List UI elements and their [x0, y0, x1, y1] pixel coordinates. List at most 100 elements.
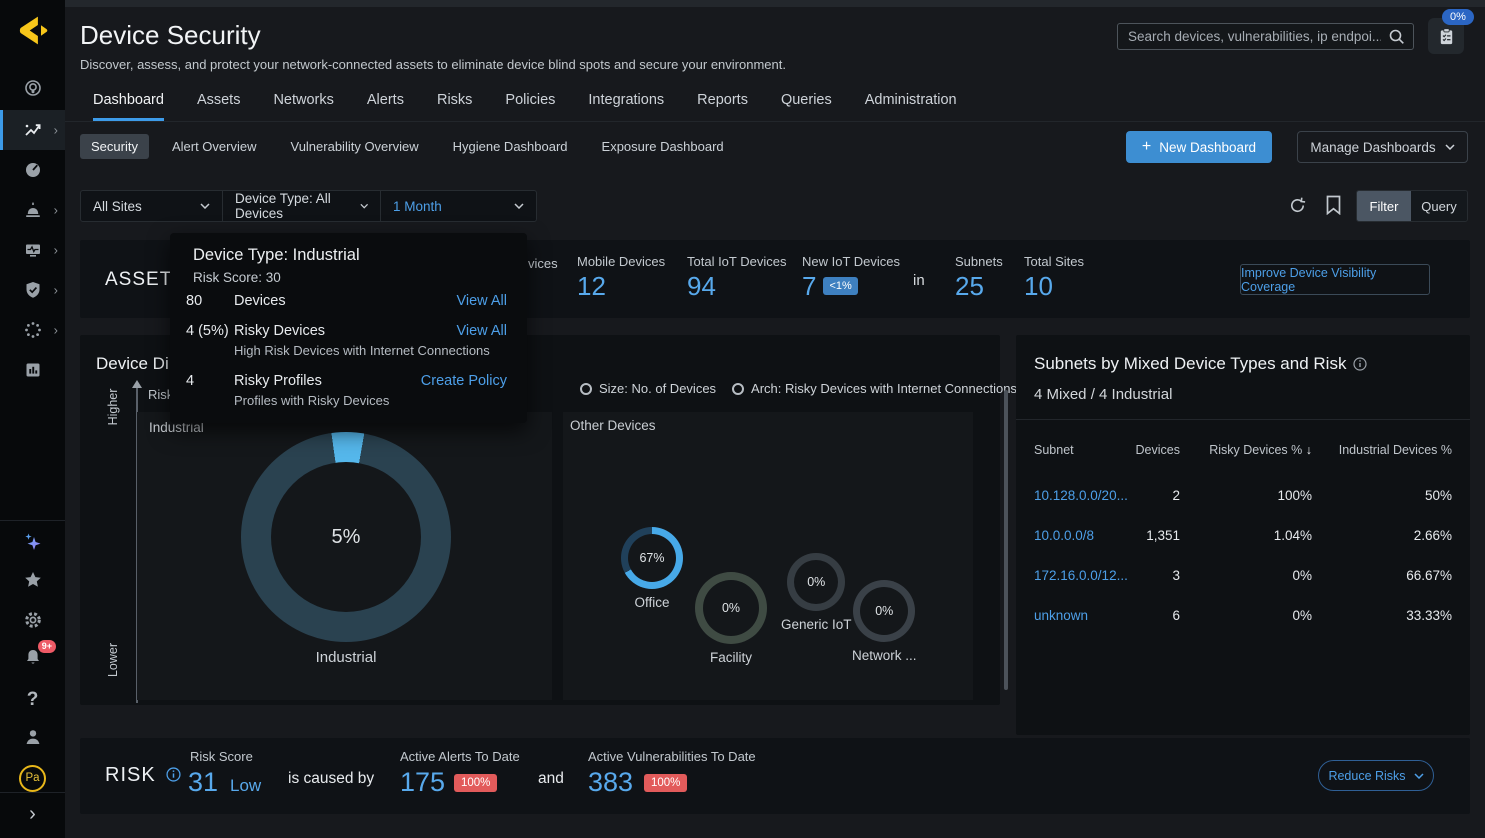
risk-score-label: Risk Score [190, 749, 253, 764]
sidebar-item-activity[interactable]: › [0, 230, 65, 270]
truncated-stat-label: vices [528, 256, 558, 271]
stat-value[interactable]: 7 [802, 273, 816, 299]
reduce-risks-button[interactable]: Reduce Risks [1318, 760, 1434, 791]
bubble-facility[interactable]: 0% Facility [695, 572, 767, 665]
stat-subnets: Subnets 25 [955, 254, 1003, 299]
site-filter-dropdown[interactable]: All Sites [81, 191, 223, 221]
time-range-filter-dropdown[interactable]: 1 Month [381, 191, 536, 221]
info-icon[interactable] [166, 767, 181, 782]
scrollbar[interactable] [1004, 390, 1008, 690]
caused-by-text: is caused by [288, 770, 374, 788]
sidebar-item-ai[interactable] [0, 522, 65, 562]
stat-value[interactable]: 10 [1024, 273, 1053, 299]
tab-reports[interactable]: Reports [697, 92, 748, 121]
col-header-subnet[interactable]: Subnet [1034, 443, 1134, 457]
checklist-icon [1437, 27, 1456, 46]
tab-risks[interactable]: Risks [437, 92, 472, 121]
brand-logo-icon[interactable] [14, 12, 51, 49]
table-row: 172.16.0.0/12... 3 0% 66.67% [1034, 555, 1452, 595]
info-icon[interactable] [1353, 357, 1367, 371]
stat-value[interactable]: 25 [955, 273, 984, 299]
notification-count-badge: 9+ [38, 640, 56, 653]
subtab-hygiene-dashboard[interactable]: Hygiene Dashboard [442, 134, 579, 159]
tab-networks[interactable]: Networks [273, 92, 333, 121]
create-policy-link[interactable]: Create Policy [421, 373, 507, 389]
sidebar-item-user[interactable] [0, 717, 65, 757]
sidebar-item-alerts[interactable]: › [0, 190, 65, 230]
tab-policies[interactable]: Policies [505, 92, 555, 121]
active-alerts-label: Active Alerts To Date [400, 749, 520, 764]
risk-score-value[interactable]: 31 [188, 767, 218, 798]
sidebar-item-reports[interactable] [0, 350, 65, 390]
new-dashboard-button[interactable]: + New Dashboard [1126, 131, 1272, 163]
view-all-link[interactable]: View All [456, 323, 507, 339]
subtab-security[interactable]: Security [80, 134, 149, 159]
stat-value[interactable]: 94 [687, 273, 716, 299]
col-header-industrial[interactable]: Industrial Devices % [1312, 443, 1452, 457]
col-header-devices[interactable]: Devices [1134, 443, 1180, 457]
tab-dashboard[interactable]: Dashboard [93, 92, 164, 121]
tab-integrations[interactable]: Integrations [588, 92, 664, 121]
sidebar-collapse-button[interactable]: › [0, 794, 65, 834]
donut-percent-label: 0% [853, 580, 915, 642]
sidebar-item-discovery[interactable]: › [0, 110, 65, 150]
sidebar-item-dashboards[interactable] [0, 150, 65, 190]
active-vulns-value[interactable]: 383 [588, 767, 633, 798]
subtab-exposure-dashboard[interactable]: Exposure Dashboard [591, 134, 735, 159]
radio-size-option[interactable]: Size: No. of Devices [580, 381, 716, 396]
gear-icon [23, 610, 43, 630]
query-toggle-button[interactable]: Query [1411, 191, 1467, 221]
alerts-percent-badge: 100% [454, 774, 497, 792]
sidebar-item-help[interactable]: ? [0, 680, 65, 720]
subnet-link[interactable]: 10.0.0.0/8 [1034, 528, 1134, 543]
filter-bar: All Sites Device Type: All Devices 1 Mon… [80, 190, 537, 222]
search-input[interactable] [1117, 23, 1414, 50]
subnet-link[interactable]: unknown [1034, 608, 1134, 623]
sidebar-item-notifications[interactable]: 9+ [0, 637, 65, 677]
tooltip-row-sublabel: Profiles with Risky Devices [234, 393, 389, 408]
generic-iot-donut-chart: 0% [787, 553, 845, 611]
panel-divider [1016, 419, 1470, 420]
tooltip-row-value: 4 (5%) [186, 323, 232, 339]
search-icon[interactable] [1388, 28, 1406, 46]
chevron-down-icon [514, 203, 524, 209]
sidebar-item-radar[interactable] [0, 68, 65, 108]
active-alerts-value[interactable]: 175 [400, 767, 445, 798]
bookmark-icon[interactable] [1325, 195, 1342, 215]
subtab-alert-overview[interactable]: Alert Overview [161, 134, 268, 159]
industrial-donut-chart[interactable]: 5% [241, 432, 451, 642]
radio-arch-option[interactable]: Arch: Risky Devices with Internet Connec… [732, 381, 1017, 396]
bubble-label: Facility [710, 650, 752, 665]
subnet-link[interactable]: 10.128.0.0/20... [1034, 488, 1134, 503]
coverage-percent-badge: 0% [1442, 9, 1474, 25]
tooltip-title: Device Type: Industrial [193, 246, 360, 265]
shield-check-icon [23, 280, 43, 300]
refresh-icon[interactable] [1288, 196, 1307, 215]
sidebar-item-favorites[interactable] [0, 560, 65, 600]
filter-query-toggle: Filter Query [1356, 190, 1468, 222]
sidebar-item-automation[interactable]: › [0, 310, 65, 350]
filter-toggle-button[interactable]: Filter [1357, 191, 1411, 221]
chevron-right-icon: › [54, 323, 58, 338]
col-header-risky[interactable]: Risky Devices % ↓ [1180, 443, 1312, 457]
subnet-link[interactable]: 172.16.0.0/12... [1034, 568, 1134, 583]
device-type-filter-dropdown[interactable]: Device Type: All Devices [223, 191, 381, 221]
view-all-link[interactable]: View All [456, 293, 507, 309]
manage-dashboards-button[interactable]: Manage Dashboards [1297, 131, 1468, 163]
sidebar-item-policies[interactable]: › [0, 270, 65, 310]
industrial-subpanel: Industrial 5% Industrial [137, 412, 552, 700]
subtab-vulnerability-overview[interactable]: Vulnerability Overview [280, 134, 430, 159]
device-distribution-title: Device Di [96, 354, 169, 374]
donut-percent-label: 5% [241, 432, 451, 642]
tab-alerts[interactable]: Alerts [367, 92, 404, 121]
chevron-down-icon [360, 203, 368, 209]
bubble-generic-iot[interactable]: 0% Generic IoT [781, 553, 852, 632]
tab-queries[interactable]: Queries [781, 92, 832, 121]
bubble-office[interactable]: 67% Office [621, 527, 683, 610]
tab-assets[interactable]: Assets [197, 92, 241, 121]
stat-value[interactable]: 12 [577, 273, 606, 299]
sidebar-item-settings[interactable] [0, 600, 65, 640]
bubble-network[interactable]: 0% Network ... [852, 580, 917, 663]
tab-administration[interactable]: Administration [865, 92, 957, 121]
improve-visibility-button[interactable]: Improve Device Visibility Coverage [1240, 264, 1430, 295]
